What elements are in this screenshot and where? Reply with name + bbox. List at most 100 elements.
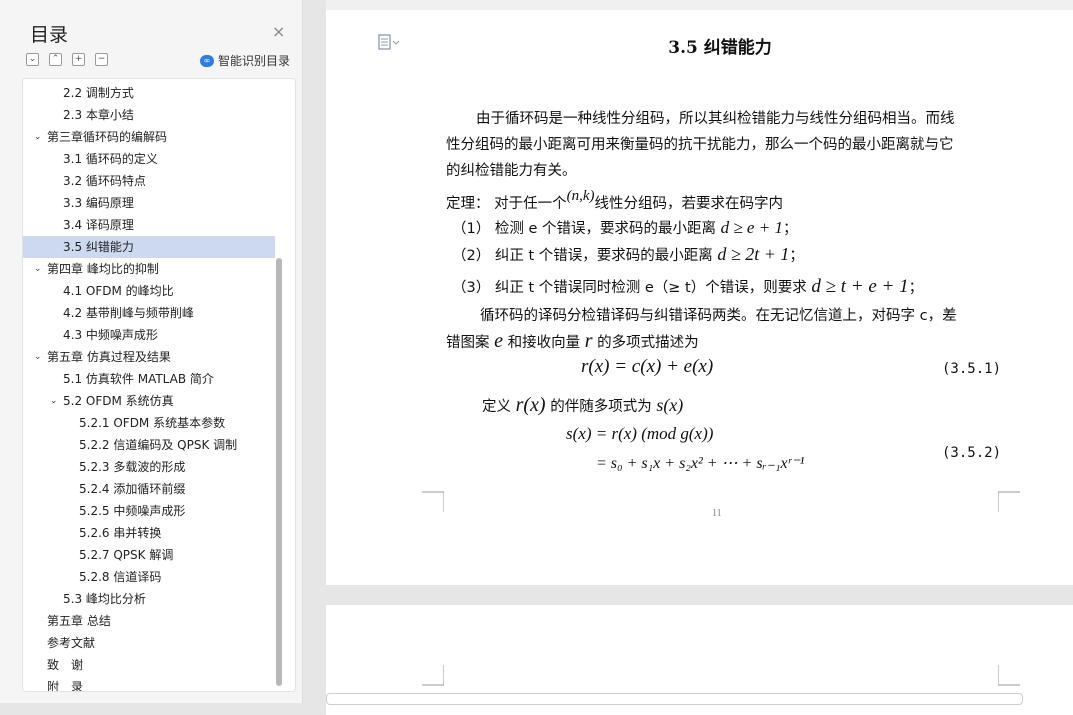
document-icon[interactable] (378, 34, 400, 54)
toc-item[interactable]: 4.2 基带削峰与频带削峰 (23, 302, 275, 324)
toc-list: 2.2 调制方式 2.3 本章小结 ⌄ 第三章循环码的编解码 3.1 循环码的定义 3.2… (22, 78, 296, 692)
toc-title: 目录 (30, 24, 69, 46)
toc-item[interactable]: 5.2.6 串并转换 (23, 522, 275, 544)
condition-3-text: （3） 纠正 t 个错误同时检测 e（≥ t）个错误，则要求 (452, 280, 807, 296)
toc-item[interactable]: 5.2.5 中频噪声成形 (23, 500, 275, 522)
theorem-suffix: 线性分组码，若要求在码字内 (594, 196, 784, 212)
condition-2-math: d ≥ 2t + 1 (717, 244, 790, 264)
condition-3: （3） 纠正 t 个错误同时检测 e（≥ t）个错误，则要求 d ≥ t + e… (452, 276, 923, 298)
smart-toc-button[interactable]: ∞ 智能识别目录 (200, 52, 290, 69)
crop-mark-right (998, 491, 1020, 512)
toc-item-label: 5.2 OFDM 系统仿真 (63, 394, 174, 408)
crop-mark-next-right (998, 665, 1020, 686)
toc-item-label: 致 谢 (47, 658, 84, 672)
paragraph2-line-2: 错图案 e 和接收向量 r 的多项式描述为 (446, 330, 699, 353)
definition-prefix: 定义 (482, 399, 511, 415)
toc-item[interactable]: 5.2.2 信道编码及 QPSK 调制 (23, 434, 275, 456)
toc-item-label: 5.2.6 串并转换 (79, 526, 162, 540)
horizontal-scrollbar[interactable] (326, 693, 1023, 705)
toc-scrollbar[interactable] (276, 258, 282, 686)
condition-2-end: ； (789, 248, 804, 264)
chevron-down-icon[interactable]: ⌄ (34, 126, 42, 148)
toc-item-label: 4.3 中频噪声成形 (63, 328, 158, 342)
collapse-all-icon[interactable]: ⌄ (26, 53, 39, 66)
definition-rx: r(x) (515, 394, 546, 416)
expand-all-icon[interactable]: ⌃ (49, 53, 62, 66)
condition-2: （2） 纠正 t 个错误，要求码的最小距离 d ≥ 2t + 1； (452, 244, 804, 265)
toc-item[interactable]: 3.2 循环码特点 (23, 170, 275, 192)
toc-item-label: 3.3 编码原理 (63, 196, 134, 210)
toc-item[interactable]: 3.3 编码原理 (23, 192, 275, 214)
toc-item[interactable]: 5.2.8 信道译码 (23, 566, 275, 588)
chevron-down-icon[interactable]: ⌄ (34, 346, 42, 368)
toc-item[interactable]: 3.5 纠错能力 (23, 236, 275, 258)
crop-mark-left (422, 491, 444, 512)
toc-item-label: 第五章 总结 (47, 614, 111, 628)
definition-sx: s(x) (656, 395, 684, 415)
equation-number-1: (3.5.1) (942, 361, 1002, 377)
toc-item-label: 5.2.7 QPSK 解调 (79, 548, 174, 562)
ai-logo-icon: ∞ (200, 54, 214, 67)
toc-item[interactable]: 第五章 总结 (23, 610, 275, 632)
toc-item[interactable]: ⌄ 第三章循环码的编解码 (23, 126, 275, 148)
toc-item[interactable]: ⌄ 5.2 OFDM 系统仿真 (23, 390, 275, 412)
toc-item[interactable]: 5.1 仿真软件 MATLAB 简介 (23, 368, 275, 390)
toc-item-label: 5.2.4 添加循环前缀 (79, 482, 186, 496)
toc-item-label: 第三章循环码的编解码 (47, 130, 168, 144)
toc-item[interactable]: 3.1 循环码的定义 (23, 148, 275, 170)
toc-item[interactable]: 5.2.4 添加循环前缀 (23, 478, 275, 500)
toc-item[interactable]: ⌄ 第五章 仿真过程及结果 (23, 346, 275, 368)
toc-item[interactable]: 5.3 峰均比分析 (23, 588, 275, 610)
toc-item[interactable]: 3.4 译码原理 (23, 214, 275, 236)
chevron-down-icon[interactable]: ⌄ (34, 258, 42, 280)
condition-1-text: （1） 检测 e 个错误，要求码的最小距离 (452, 221, 716, 237)
toc-item-label: 第五章 仿真过程及结果 (47, 350, 171, 364)
toc-item[interactable]: 5.2.7 QPSK 解调 (23, 544, 275, 566)
toc-item[interactable]: 致 谢 (23, 654, 275, 676)
toc-item-label: 5.2.1 OFDM 系统基本参数 (79, 416, 226, 430)
toc-item-label: 参考文献 (47, 636, 96, 650)
theorem-nk: (n,k) (566, 188, 595, 204)
toc-item-label: 2.3 本章小结 (63, 108, 134, 122)
toc-item[interactable]: ⌄ 第四章 峰均比的抑制 (23, 258, 275, 280)
remove-heading-icon[interactable]: − (95, 53, 108, 66)
toc-item[interactable]: 4.1 OFDM 的峰均比 (23, 280, 275, 302)
toc-item-label: 3.2 循环码特点 (63, 174, 146, 188)
toc-item-label: 4.2 基带削峰与频带削峰 (63, 306, 194, 320)
toc-item[interactable]: 2.3 本章小结 (23, 104, 275, 126)
paragraph2-line-1: 循环码的译码分检错译码与纠错译码两类。在无记忆信道上，对码字 c，差 (480, 308, 957, 324)
add-heading-icon[interactable]: + (72, 53, 85, 66)
paragraph2-suffix: 的多项式描述为 (597, 335, 699, 351)
condition-3-end: ； (908, 280, 924, 296)
toc-item-label: 5.3 峰均比分析 (63, 592, 146, 606)
toc-item[interactable]: 4.3 中频噪声成形 (23, 324, 275, 346)
paragraph-line-3: 的纠检错能力有关。 (446, 163, 577, 179)
toc-toolbar: ⌄ ⌃ + − (26, 53, 108, 66)
equation-3-5-2-line-2: = s₀ + s₁x + s₂x² + ⋯ + sᵣ₋₁xʳ⁻¹ (596, 455, 805, 472)
toc-item-label: 5.2.2 信道编码及 QPSK 调制 (79, 438, 238, 452)
toc-item-label: 3.1 循环码的定义 (63, 152, 158, 166)
toc-item[interactable]: 5.2.1 OFDM 系统基本参数 (23, 412, 275, 434)
condition-1-end: ； (782, 221, 798, 237)
toc-item-label: 3.4 译码原理 (63, 218, 134, 232)
toc-item[interactable]: 2.2 调制方式 (23, 82, 275, 104)
toc-item-label: 5.1 仿真软件 MATLAB 简介 (63, 372, 214, 386)
toc-item-label: 2.2 调制方式 (63, 86, 134, 100)
section-heading: 3.5 纠错能力 (668, 38, 772, 58)
paragraph2-prefix: 错图案 (446, 335, 490, 351)
received-vector-symbol: r (584, 330, 593, 352)
toc-item[interactable]: 参考文献 (23, 632, 275, 654)
crop-mark-next-left (422, 665, 444, 686)
chevron-down-icon[interactable]: ⌄ (50, 390, 58, 412)
toc-sidebar: 目录 × ⌄ ⌃ + − ∞ 智能识别目录 2.2 调制方式 2.3 本章小结 ⌄ 第… (0, 0, 303, 703)
paragraph2-middle: 和接收向量 (507, 335, 581, 351)
page-number: 11 (712, 508, 722, 519)
close-icon[interactable]: × (272, 22, 285, 41)
toc-item[interactable]: 5.2.3 多载波的形成 (23, 456, 275, 478)
paragraph-line-2: 性分组码的最小距离可用来衡量码的抗干扰能力，那么一个码的最小距离就与它 (446, 137, 954, 153)
condition-1-math: d ≥ e + 1 (720, 218, 783, 237)
toc-item-label: 5.2.5 中频噪声成形 (79, 504, 186, 518)
toc-item[interactable]: 附 录 (23, 676, 275, 691)
equation-3-5-1: r(x) = c(x) + e(x) (581, 356, 714, 377)
toc-item-label: 5.2.8 信道译码 (79, 570, 162, 584)
